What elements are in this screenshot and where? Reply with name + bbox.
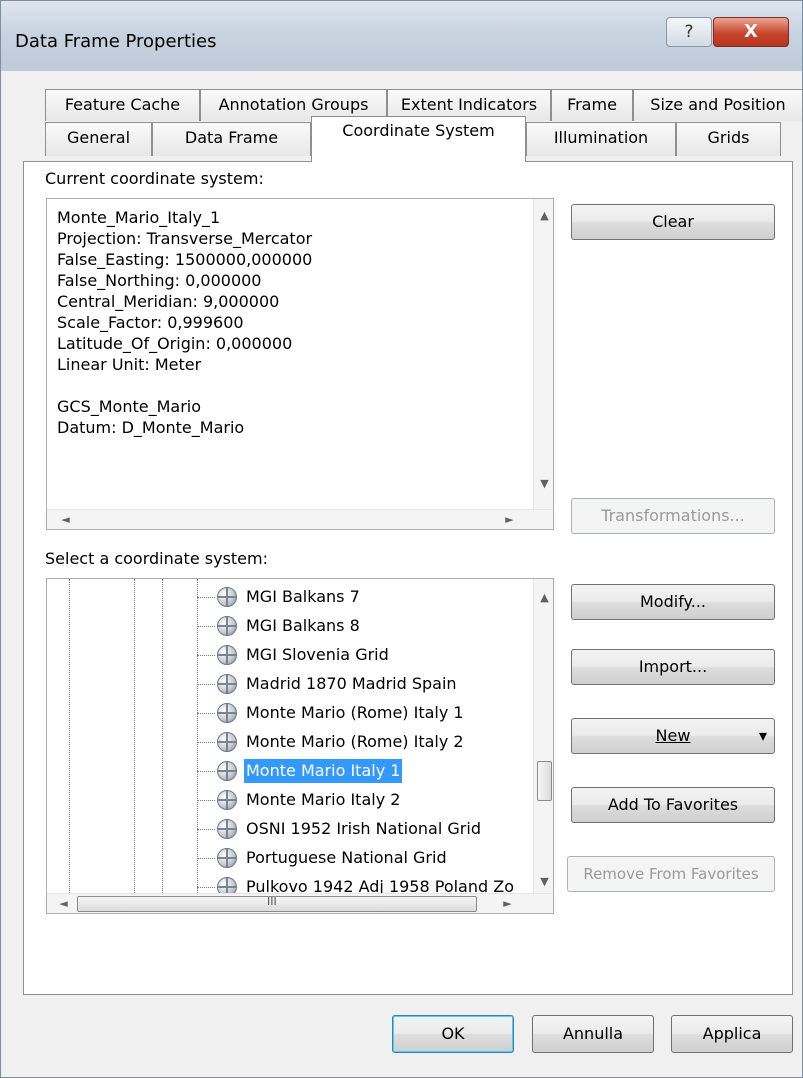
cs-tree-hscroll[interactable]: ◄ III ► [47,893,553,913]
scroll-down-icon[interactable]: ▼ [534,477,553,490]
globe-icon [217,732,237,752]
ok-button[interactable]: OK [392,1015,514,1053]
tree-connector [197,771,215,772]
scroll-left-icon[interactable]: ◄ [55,513,76,526]
tree-connector [197,858,215,859]
tab-coordinate-system[interactable]: Coordinate System [311,116,526,162]
tree-connector [197,655,215,656]
current-cs-vscroll[interactable]: ▲ ▼ [533,199,553,509]
tree-item[interactable]: Monte Mario Italy 2 [47,785,527,815]
scroll-up-icon[interactable]: ▲ [534,591,553,604]
tree-item[interactable]: MGI Slovenia Grid [47,640,527,670]
tree-connector [197,887,215,888]
current-cs-text: Monte_Mario_Italy_1 Projection: Transvers… [57,207,312,438]
modify-button[interactable]: Modify... [571,584,775,620]
tree-item-label: Monte Mario Italy 1 [244,759,403,783]
tree-item[interactable]: MGI Balkans 8 [47,611,527,641]
current-cs-line: Latitude_Of_Origin: 0,000000 [57,334,293,353]
tab-illumination[interactable]: Illumination [526,122,676,156]
globe-icon [217,645,237,665]
scroll-right-icon[interactable]: ► [497,897,518,910]
tree-item-label: Monte Mario Italy 2 [246,790,401,809]
tree-item-label: Monte Mario (Rome) Italy 1 [246,703,464,722]
clear-button[interactable]: Clear [571,204,775,240]
tree-connector [197,829,215,830]
tree-connector [197,742,215,743]
transformations-button[interactable]: Transformations... [571,498,775,534]
tab-feature-cache[interactable]: Feature Cache [45,89,200,121]
scrollbar-thumb[interactable] [77,896,477,912]
tree-item[interactable]: Monte Mario (Rome) Italy 1 [47,698,527,728]
import-button[interactable]: Import... [571,649,775,685]
tree-item-label: OSNI 1952 Irish National Grid [246,819,481,838]
current-cs-line: Monte_Mario_Italy_1 [57,208,221,227]
globe-icon [217,848,237,868]
tree-item[interactable]: Monte Mario Italy 1 [47,756,527,786]
tree-connector [197,713,215,714]
window-title: Data Frame Properties [15,31,217,52]
current-cs-line: GCS_Monte_Mario [57,397,201,416]
globe-icon [217,587,237,607]
current-cs-line: False_Northing: 0,000000 [57,271,262,290]
tree-item[interactable]: MGI Balkans 7 [47,582,527,612]
tree-item-label: MGI Balkans 8 [246,616,360,635]
current-cs-line: Datum: D_Monte_Mario [57,418,245,437]
globe-icon [217,674,237,694]
current-cs-hscroll[interactable]: ◄ ► [47,509,553,529]
new-button-label: New [655,726,691,745]
add-to-favorites-button[interactable]: Add To Favorites [571,787,775,823]
globe-icon [217,819,237,839]
dropdown-arrow-icon: ▾ [758,726,767,745]
help-button[interactable]: ? [666,17,712,47]
tree-item[interactable]: Monte Mario (Rome) Italy 2 [47,727,527,757]
tree-item-label: MGI Balkans 7 [246,587,360,606]
cs-tree[interactable]: MGI Balkans 7 MGI Balkans 8 MGI Slovenia G… [46,578,554,914]
cs-tree-items: MGI Balkans 7 MGI Balkans 8 MGI Slovenia G… [47,582,527,897]
apply-button[interactable]: Applica [671,1015,793,1053]
tree-item[interactable]: Portuguese National Grid [47,843,527,873]
tree-connector [197,626,215,627]
title-bar[interactable]: Data Frame Properties ? X [1,1,802,71]
current-cs-line: Central_Meridian: 9,000000 [57,292,280,311]
scroll-left-icon[interactable]: ◄ [53,897,74,910]
current-cs-line: Linear Unit: Meter [57,355,202,374]
remove-from-favorites-button[interactable]: Remove From Favorites [567,856,775,892]
scrollbar-grip: III [267,895,277,908]
tab-grids[interactable]: Grids [676,122,781,156]
dialog-window: Data Frame Properties ? X Feature Cache … [0,0,803,1078]
current-cs-textbox[interactable]: Monte_Mario_Italy_1 Projection: Transvers… [46,198,554,530]
tab-frame[interactable]: Frame [551,89,633,121]
globe-icon [217,703,237,723]
tree-item-label: Madrid 1870 Madrid Spain [246,674,457,693]
current-cs-line: False_Easting: 1500000,000000 [57,250,313,269]
scroll-down-icon[interactable]: ▼ [534,875,553,888]
tab-size-and-position[interactable]: Size and Position [633,89,802,121]
tree-item-label: Monte Mario (Rome) Italy 2 [246,732,464,751]
current-cs-line: Projection: Transverse_Mercator [57,229,313,248]
scroll-up-icon[interactable]: ▲ [534,209,553,222]
close-button[interactable]: X [713,17,789,47]
globe-icon [217,790,237,810]
scrollbar-thumb[interactable] [537,761,552,801]
new-button[interactable]: New ▾ [571,718,775,754]
tree-item-label: MGI Slovenia Grid [246,645,389,664]
current-cs-label: Current coordinate system: [45,169,264,188]
current-cs-line [57,375,312,396]
globe-icon [217,761,237,781]
tree-connector [197,684,215,685]
cs-tree-vscroll[interactable]: ▲ ▼ [533,579,553,893]
tab-data-frame[interactable]: Data Frame [152,122,311,156]
globe-icon [217,616,237,636]
current-cs-line: Scale_Factor: 0,999600 [57,313,244,332]
tree-item[interactable]: Madrid 1870 Madrid Spain [47,669,527,699]
tree-item-label: Portuguese National Grid [246,848,447,867]
tab-general[interactable]: General [45,122,152,156]
tree-item[interactable]: OSNI 1952 Irish National Grid [47,814,527,844]
tree-connector [197,800,215,801]
cancel-button[interactable]: Annulla [532,1015,654,1053]
tree-connector [197,597,215,598]
select-cs-label: Select a coordinate system: [45,549,268,568]
scroll-right-icon[interactable]: ► [499,513,520,526]
